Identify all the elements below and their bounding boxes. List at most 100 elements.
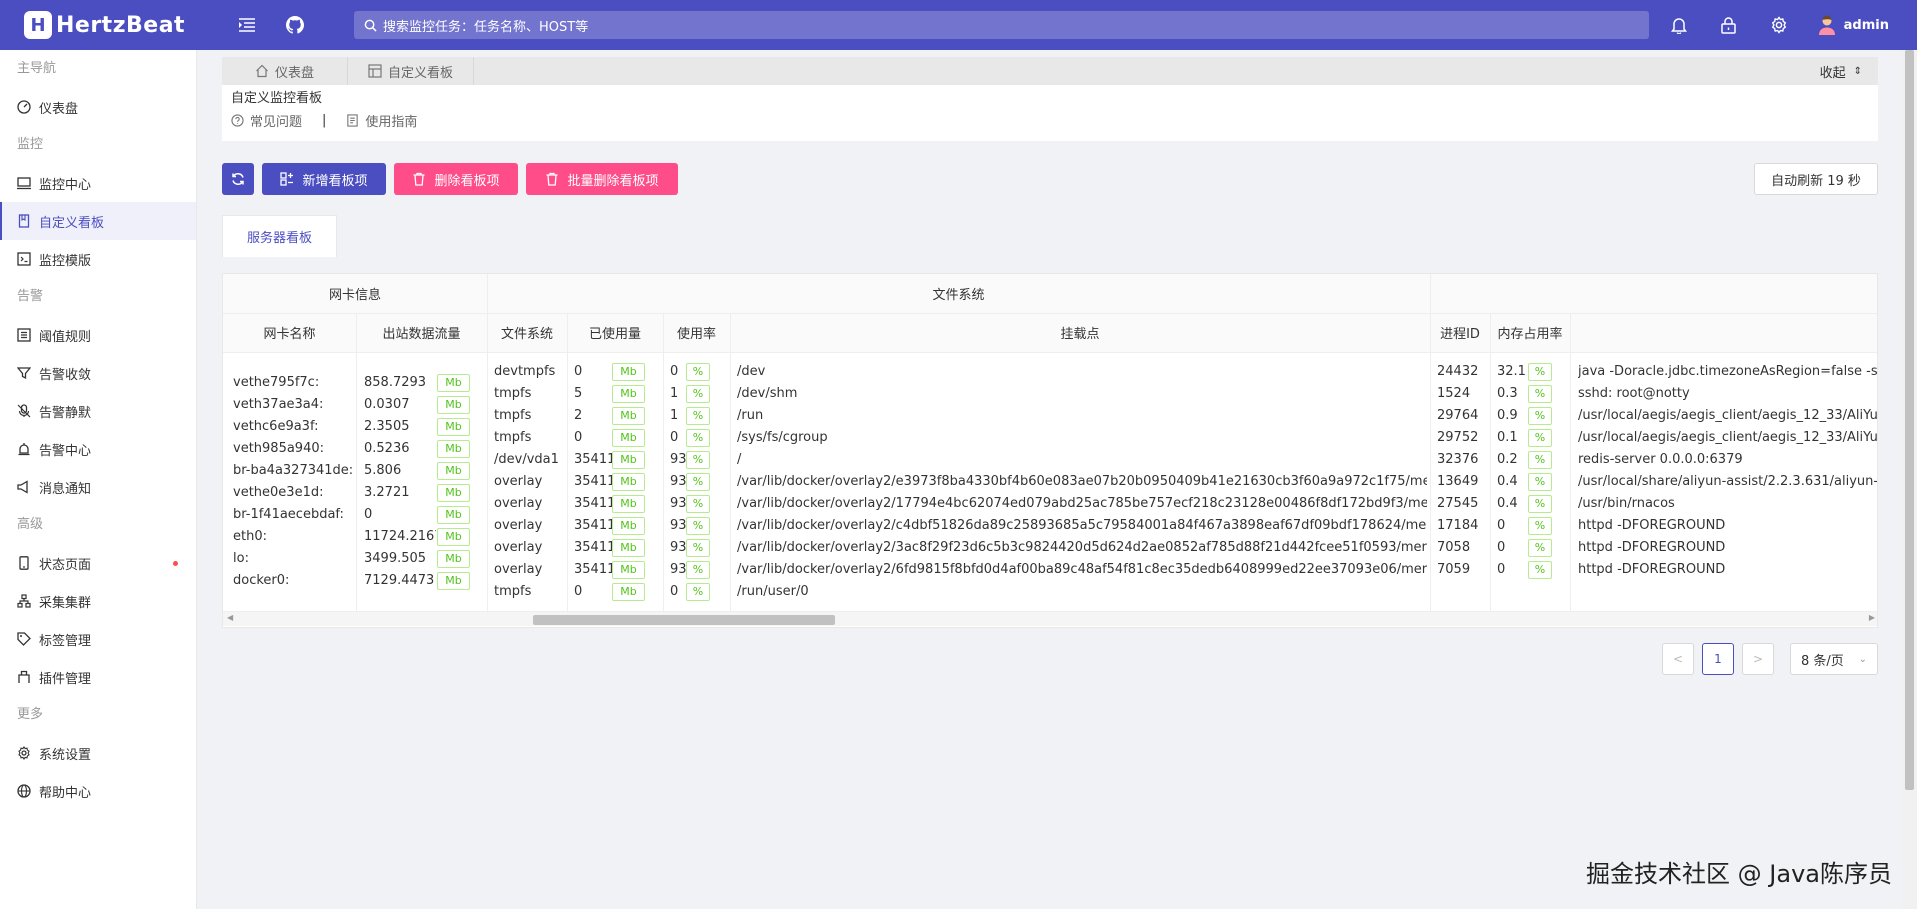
tab-dashboard[interactable]: 仪表盘	[222, 57, 348, 85]
tab-custom-board[interactable]: 自定义看板	[348, 57, 474, 85]
sidebar-item-monitor-center[interactable]: 监控中心	[0, 164, 196, 202]
pid-cell: 7059	[1437, 562, 1471, 577]
sidebar-item-threshold-rules[interactable]: 阈值规则	[0, 316, 196, 354]
page-scroll-thumb[interactable]	[1905, 50, 1914, 790]
group-header-nic: 网卡信息	[328, 288, 381, 303]
sidebar-item-alert-center[interactable]: 告警中心	[0, 430, 196, 468]
nav-group-main: 主导航	[17, 61, 57, 76]
settings-icon	[18, 746, 30, 760]
github-icon[interactable]	[284, 14, 306, 36]
fs-used-cell: 35411	[574, 518, 612, 533]
fs-usage-cell: 93	[670, 496, 686, 511]
bulk-delete-board-item-button[interactable]: 批量删除看板项	[526, 163, 678, 195]
sidebar-item-status-page[interactable]: 状态页面	[0, 544, 196, 582]
nic-name-cell: vethc6e9a3f:	[233, 419, 319, 434]
next-page-button[interactable]: >	[1742, 643, 1774, 675]
fs-mount-cell: /dev/shm	[737, 386, 798, 401]
command-cell: /usr/local/aegis/aegis_client/aegis_12_3…	[1578, 430, 1878, 445]
unit-badge: %	[686, 539, 710, 557]
page-1-button[interactable]: 1	[1702, 643, 1734, 675]
menu-toggle-icon[interactable]	[236, 14, 258, 36]
tx-cell: 0.5236	[364, 441, 410, 456]
trash-icon	[413, 172, 425, 186]
pid-cell: 17184	[1437, 518, 1479, 533]
sidebar-item-help-center[interactable]: 帮助中心	[0, 772, 196, 810]
command-cell: java -Doracle.jdbc.timezoneAsRegion=fals…	[1578, 364, 1878, 379]
search-icon	[364, 19, 377, 32]
sidebar-item-collector-cluster[interactable]: 采集集群	[0, 582, 196, 620]
fs-name-cell: overlay	[494, 474, 543, 489]
faq-link[interactable]: 常见问题	[231, 111, 302, 130]
code-icon	[17, 252, 31, 266]
fs-mount-cell: /dev	[737, 364, 766, 379]
command-cell: httpd -DFOREGROUND	[1578, 540, 1726, 555]
col-header-nic-name: 网卡名称	[263, 327, 316, 342]
nic-name-cell: docker0:	[233, 573, 290, 588]
column-divider	[1430, 274, 1431, 611]
command-cell: /usr/local/share/aliyun-assist/2.2.3.631…	[1578, 474, 1878, 489]
lock-icon[interactable]	[1718, 14, 1740, 36]
settings-icon[interactable]	[1768, 14, 1790, 36]
link-separator: |	[322, 113, 327, 128]
bell-icon[interactable]	[1668, 14, 1690, 36]
scroll-left-icon[interactable]: ◀	[227, 613, 233, 622]
add-board-icon	[280, 172, 294, 186]
user-menu[interactable]: admin	[1818, 15, 1889, 35]
page-size-select[interactable]: 8 条/页 ⌄	[1790, 643, 1878, 675]
nic-name-cell: veth37ae3a4:	[233, 397, 324, 412]
fs-name-cell: overlay	[494, 496, 543, 511]
collapse-button[interactable]: 收起 ⇕	[1820, 57, 1862, 85]
delete-board-item-button[interactable]: 删除看板项	[394, 163, 518, 195]
sidebar-item-tag-manage[interactable]: 标签管理	[0, 620, 196, 658]
home-icon	[256, 64, 268, 78]
guide-link[interactable]: 使用指南	[346, 111, 417, 130]
sidebar-item-monitor-template[interactable]: 监控模版	[0, 240, 196, 278]
col-header-mount: 挂载点	[1060, 327, 1100, 342]
unit-badge: %	[686, 407, 710, 425]
add-board-item-label: 新增看板项	[302, 173, 368, 189]
page-scrollbar[interactable]	[1902, 50, 1917, 909]
mem-cell: 0.2	[1497, 452, 1518, 467]
sidebar-item-custom-board[interactable]: 自定义看板	[0, 202, 196, 240]
sidebar-item-alert-silence[interactable]: 告警静默	[0, 392, 196, 430]
sidebar-item-system-settings[interactable]: 系统设置	[0, 734, 196, 772]
refresh-button[interactable]	[222, 163, 254, 195]
add-board-item-button[interactable]: 新增看板项	[262, 163, 386, 195]
sidebar-item-alert-converge[interactable]: 告警收敛	[0, 354, 196, 392]
logo-mark: H	[24, 11, 52, 39]
horizontal-scrollbar[interactable]: ◀ ▶	[223, 612, 1877, 626]
scroll-thumb[interactable]	[533, 615, 835, 625]
sidebar-item-notification[interactable]: 消息通知	[0, 468, 196, 506]
unit-badge: %	[686, 583, 710, 601]
fs-mount-cell: /	[737, 452, 742, 467]
tx-cell: 5.806	[364, 463, 402, 478]
mute-icon	[17, 404, 31, 418]
tab-server-board[interactable]: 服务器看板	[222, 215, 337, 257]
cluster-icon	[17, 594, 31, 608]
col-header-usage: 使用率	[676, 327, 716, 342]
unit-badge: Mb	[612, 539, 645, 557]
sidebar-item-plugin-manage[interactable]: 插件管理	[0, 658, 196, 696]
book-icon	[18, 214, 30, 228]
column-divider	[487, 274, 488, 611]
fs-mount-cell: /var/lib/docker/overlay2/6fd9815f8bfd0d4…	[737, 562, 1427, 577]
search-input[interactable]: 搜索监控任务：任务名称、HOST等	[354, 11, 1649, 39]
fs-usage-cell: 93	[670, 452, 686, 467]
auto-refresh-button[interactable]: 自动刷新 19 秒	[1754, 163, 1878, 195]
mem-cell: 32.1	[1497, 364, 1526, 379]
scroll-right-icon[interactable]: ▶	[1869, 613, 1875, 622]
monitor-icon	[17, 177, 31, 190]
unit-badge: %	[686, 473, 710, 491]
sidebar-item-label: 消息通知	[39, 481, 92, 497]
unit-badge: Mb	[612, 561, 645, 579]
sidebar-item-dashboard[interactable]: 仪表盘	[0, 88, 196, 126]
prev-page-button[interactable]: <	[1662, 643, 1694, 675]
mem-cell: 0.3	[1497, 386, 1518, 401]
fs-usage-cell: 1	[670, 408, 679, 423]
mem-cell: 0	[1497, 540, 1506, 555]
fs-mount-cell: /var/lib/docker/overlay2/c4dbf51826da89c…	[737, 518, 1427, 533]
top-bar: H HertzBeat 搜索监控任务：任务名称、HOST等 admin	[0, 0, 1917, 50]
mobile-icon	[19, 556, 29, 570]
logo[interactable]: H HertzBeat	[24, 11, 194, 39]
header-divider	[223, 352, 1877, 353]
